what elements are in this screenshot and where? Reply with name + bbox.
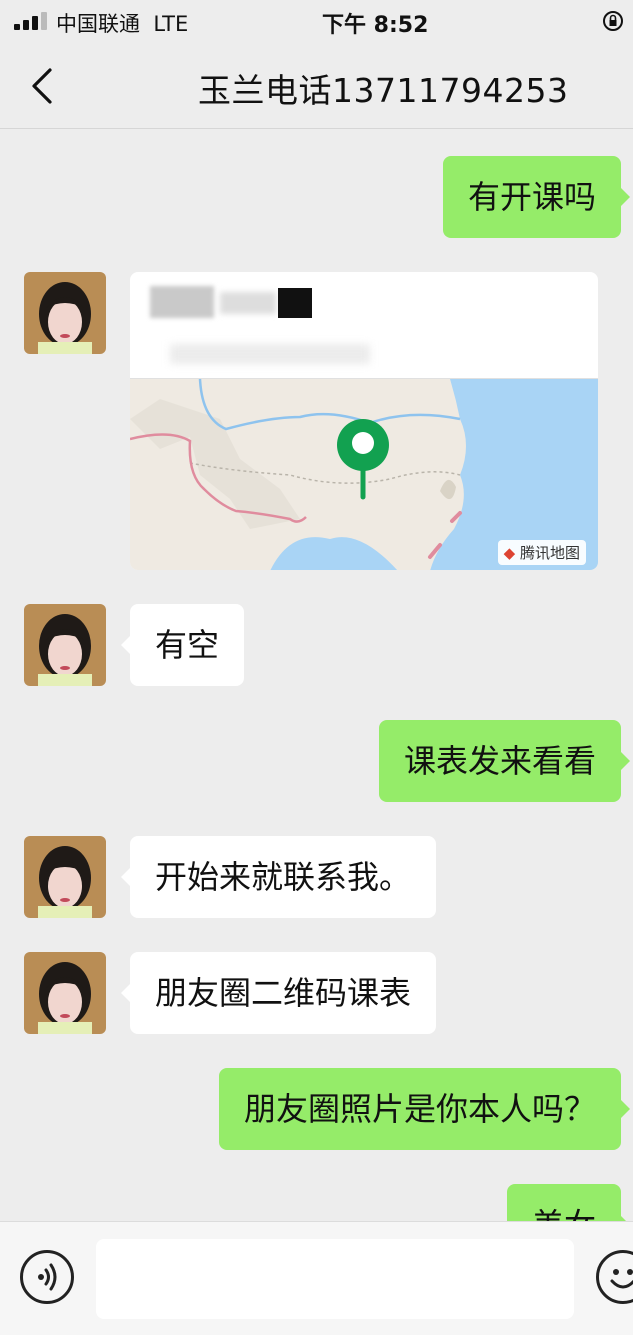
avatar[interactable] [24,836,106,918]
map-logo: ◆ 腾讯地图 [497,540,586,565]
message-bubble[interactable]: 朋友圈二维码课表 [120,952,437,1034]
avatar[interactable] [24,604,106,686]
compass-icon: ◆ [503,544,516,562]
network-label: LTE [153,12,189,36]
emoji-icon [610,1269,633,1289]
carrier-label: 中国联通 LTE [56,12,189,36]
voice-icon [38,1263,57,1291]
message-bubble[interactable]: 开始来就联系我。 [120,836,437,918]
emoji-button[interactable] [596,1250,633,1304]
message-bubble[interactable]: 有开课吗 [442,156,631,238]
message-bubble[interactable]: 美女 [506,1184,631,1221]
back-button[interactable] [26,64,62,108]
location-pin-icon [337,419,389,500]
clock: 下午 8:52 [322,13,429,38]
rotation-lock-icon [603,11,623,31]
status-bar: 中国联通 LTE 下午 8:52 [0,0,633,44]
chat-area[interactable]: 有开课吗 ◆ 腾讯地图 有空 课表发来看看 开始来就联系我。 朋友圈二维码课表 … [0,129,633,1221]
message-bubble[interactable]: 朋友圈照片是你本人吗？ [218,1068,631,1150]
nav-bar: 玉兰电话13711794253 [0,44,633,129]
message-bubble[interactable]: 课表发来看看 [378,720,631,802]
signal-icon [14,12,50,30]
location-card[interactable]: ◆ 腾讯地图 [130,272,598,570]
chat-title: 玉兰电话13711794253 [198,71,569,110]
voice-input-button[interactable] [20,1250,74,1304]
avatar[interactable] [24,952,106,1034]
map-preview[interactable]: ◆ 腾讯地图 [130,378,598,570]
message-bubble[interactable]: 有空 [120,604,245,686]
avatar[interactable] [24,272,106,354]
message-input[interactable] [96,1239,574,1319]
input-bar [0,1221,633,1335]
location-text [130,272,598,378]
